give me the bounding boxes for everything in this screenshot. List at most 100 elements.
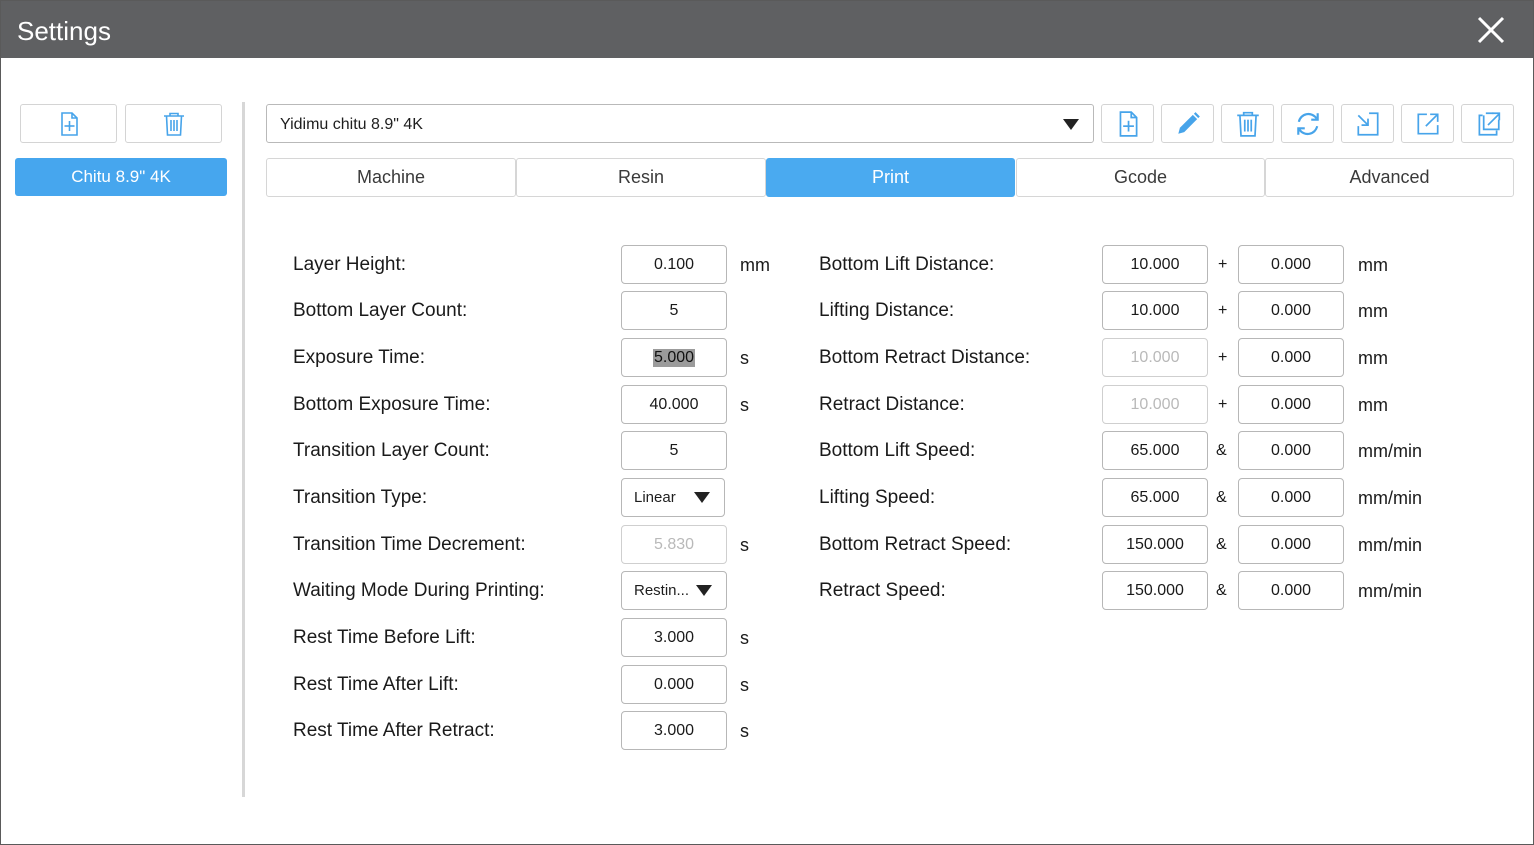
transition-time-decrement-label: Transition Time Decrement: bbox=[293, 534, 526, 555]
trash-icon bbox=[1236, 111, 1259, 137]
import-icon bbox=[1356, 111, 1379, 136]
rest-time-after-retract-unit: s bbox=[740, 721, 749, 741]
panel-divider bbox=[242, 102, 245, 797]
bottom-retract-distance-input[interactable]: 10.000 bbox=[1102, 338, 1208, 377]
bottom-lift-speed-label: Bottom Lift Speed: bbox=[819, 440, 976, 461]
close-button[interactable] bbox=[1474, 13, 1508, 47]
bottom-retract-speed-sep: & bbox=[1216, 536, 1227, 553]
window-title: Settings bbox=[17, 16, 111, 46]
bottom-retract-distance-extra-input[interactable]: 0.000 bbox=[1238, 338, 1344, 377]
bottom-lift-distance-sep: + bbox=[1218, 256, 1228, 273]
retract-distance-extra-input[interactable]: 0.000 bbox=[1238, 385, 1344, 424]
rest-time-after-lift-input[interactable]: 0.000 bbox=[621, 665, 727, 704]
transition-type-select[interactable]: Linear bbox=[621, 478, 725, 517]
tab-advanced[interactable]: Advanced bbox=[1265, 158, 1514, 197]
add-file-icon bbox=[60, 111, 78, 136]
retract-speed-extra-input[interactable]: 0.000 bbox=[1238, 571, 1344, 610]
export-button[interactable] bbox=[1401, 104, 1454, 143]
chevron-down-icon bbox=[694, 492, 710, 503]
retract-distance-input[interactable]: 10.000 bbox=[1102, 385, 1208, 424]
lifting-speed-extra-input[interactable]: 0.000 bbox=[1238, 478, 1344, 517]
lifting-distance-sep: + bbox=[1218, 302, 1228, 319]
close-icon bbox=[1477, 16, 1505, 44]
new-config-button[interactable] bbox=[1101, 104, 1154, 143]
transition-time-decrement-input[interactable]: 5.830 bbox=[621, 525, 727, 564]
bottom-lift-distance-label: Bottom Lift Distance: bbox=[819, 254, 995, 275]
import-button[interactable] bbox=[1341, 104, 1394, 143]
printer-select-value: Yidimu chitu 8.9" 4K bbox=[280, 116, 423, 133]
bottom-lift-distance-extra-input[interactable]: 0.000 bbox=[1238, 245, 1344, 284]
export-icon bbox=[1416, 112, 1439, 135]
retract-speed-unit: mm/min bbox=[1358, 581, 1422, 601]
add-profile-button[interactable] bbox=[20, 104, 117, 143]
lifting-speed-sep: & bbox=[1216, 489, 1227, 506]
transition-time-decrement-unit: s bbox=[740, 535, 749, 555]
layer-height-label: Layer Height: bbox=[293, 254, 407, 275]
bottom-exposure-time-unit: s bbox=[740, 395, 749, 415]
retract-distance-unit: mm bbox=[1358, 395, 1388, 415]
tab-machine[interactable]: Machine bbox=[266, 158, 516, 197]
bottom-layer-count-input[interactable]: 5 bbox=[621, 291, 727, 330]
bottom-layer-count-label: Bottom Layer Count: bbox=[293, 300, 468, 321]
lifting-distance-input[interactable]: 10.000 bbox=[1102, 291, 1208, 330]
profile-item[interactable]: Chitu 8.9" 4K bbox=[15, 158, 227, 196]
bottom-retract-speed-unit: mm/min bbox=[1358, 535, 1422, 555]
transition-type-label: Transition Type: bbox=[293, 487, 428, 508]
rest-time-after-retract-label: Rest Time After Retract: bbox=[293, 720, 495, 741]
settings-window: Settings Chitu 8.9" 4K Yidimu chitu 8.9"… bbox=[0, 0, 1534, 845]
pencil-icon bbox=[1177, 111, 1200, 134]
retract-distance-label: Retract Distance: bbox=[819, 394, 965, 415]
lifting-speed-input[interactable]: 65.000 bbox=[1102, 478, 1208, 517]
bottom-lift-speed-input[interactable]: 65.000 bbox=[1102, 431, 1208, 470]
trash-icon bbox=[163, 112, 184, 136]
waiting-mode-label: Waiting Mode During Printing: bbox=[293, 580, 545, 601]
rest-time-before-lift-unit: s bbox=[740, 628, 749, 648]
title-bar: Settings bbox=[1, 1, 1533, 58]
exposure-time-input[interactable]: 5.000 bbox=[621, 338, 727, 377]
tab-gcode[interactable]: Gcode bbox=[1016, 158, 1265, 197]
bottom-retract-speed-extra-input[interactable]: 0.000 bbox=[1238, 525, 1344, 564]
exposure-time-value: 5.000 bbox=[652, 348, 696, 367]
bottom-retract-speed-label: Bottom Retract Speed: bbox=[819, 534, 1012, 555]
exposure-time-unit: s bbox=[740, 348, 749, 368]
tab-resin[interactable]: Resin bbox=[516, 158, 766, 197]
exposure-time-label: Exposure Time: bbox=[293, 347, 425, 368]
bottom-retract-distance-label: Bottom Retract Distance: bbox=[819, 347, 1031, 368]
bottom-lift-distance-input[interactable]: 10.000 bbox=[1102, 245, 1208, 284]
bottom-lift-distance-unit: mm bbox=[1358, 255, 1388, 275]
refresh-icon bbox=[1296, 112, 1319, 135]
lifting-speed-label: Lifting Speed: bbox=[819, 487, 936, 508]
retract-speed-input[interactable]: 150.000 bbox=[1102, 571, 1208, 610]
retract-distance-sep: + bbox=[1218, 396, 1228, 413]
lifting-speed-unit: mm/min bbox=[1358, 488, 1422, 508]
chevron-down-icon bbox=[696, 585, 712, 596]
bottom-lift-speed-extra-input[interactable]: 0.000 bbox=[1238, 431, 1344, 470]
waiting-mode-select[interactable]: Restin... bbox=[621, 571, 727, 610]
chevron-down-icon bbox=[1063, 119, 1079, 130]
rest-time-before-lift-input[interactable]: 3.000 bbox=[621, 618, 727, 657]
bottom-retract-speed-input[interactable]: 150.000 bbox=[1102, 525, 1208, 564]
bottom-exposure-time-input[interactable]: 40.000 bbox=[621, 385, 727, 424]
retract-speed-sep: & bbox=[1216, 582, 1227, 599]
delete-config-button[interactable] bbox=[1221, 104, 1274, 143]
refresh-button[interactable] bbox=[1281, 104, 1334, 143]
transition-layer-count-input[interactable]: 5 bbox=[621, 431, 727, 470]
lifting-distance-unit: mm bbox=[1358, 301, 1388, 321]
printer-select[interactable]: Yidimu chitu 8.9" 4K bbox=[266, 104, 1094, 143]
bottom-lift-speed-unit: mm/min bbox=[1358, 441, 1422, 461]
layer-height-input[interactable]: 0.100 bbox=[621, 245, 727, 284]
rest-time-after-lift-label: Rest Time After Lift: bbox=[293, 674, 459, 695]
copy-icon bbox=[1478, 111, 1500, 136]
bottom-exposure-time-label: Bottom Exposure Time: bbox=[293, 394, 491, 415]
lifting-distance-extra-input[interactable]: 0.000 bbox=[1238, 291, 1344, 330]
edit-config-button[interactable] bbox=[1161, 104, 1214, 143]
lifting-distance-label: Lifting Distance: bbox=[819, 300, 955, 321]
bottom-lift-speed-sep: & bbox=[1216, 442, 1227, 459]
transition-layer-count-label: Transition Layer Count: bbox=[293, 440, 490, 461]
bottom-retract-distance-unit: mm bbox=[1358, 348, 1388, 368]
delete-profile-button[interactable] bbox=[125, 104, 222, 143]
rest-time-after-retract-input[interactable]: 3.000 bbox=[621, 711, 727, 750]
tab-print[interactable]: Print bbox=[766, 158, 1015, 197]
share-config-button[interactable] bbox=[1461, 104, 1514, 143]
bottom-retract-distance-sep: + bbox=[1218, 349, 1228, 366]
